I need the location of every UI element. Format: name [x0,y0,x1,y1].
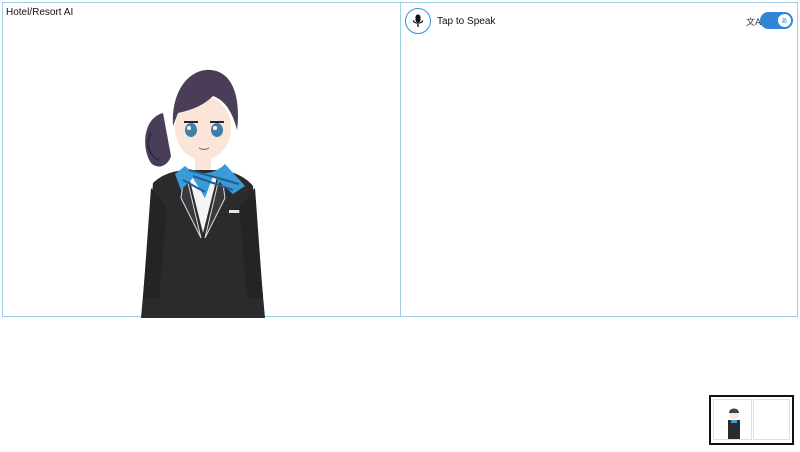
preview-thumbnail[interactable] [709,395,794,445]
chat-panel: Tap to Speak 文A あ [400,2,798,317]
tap-to-speak-label[interactable]: Tap to Speak [437,16,495,27]
avatar-character [141,69,265,318]
thumbnail-avatar [728,408,740,439]
thumbnail-avatar-panel [713,399,752,440]
avatar-panel: Hotel/Resort AI [2,2,401,318]
translate-icon: 文A [746,18,762,28]
tap-to-speak-button[interactable] [405,8,431,34]
thumbnail-chat-panel [753,399,790,440]
app-title: Hotel/Resort AI [6,7,74,18]
translation-toggle[interactable]: あ [760,12,793,29]
microphone-icon [412,14,424,27]
toggle-knob: あ [778,14,791,27]
